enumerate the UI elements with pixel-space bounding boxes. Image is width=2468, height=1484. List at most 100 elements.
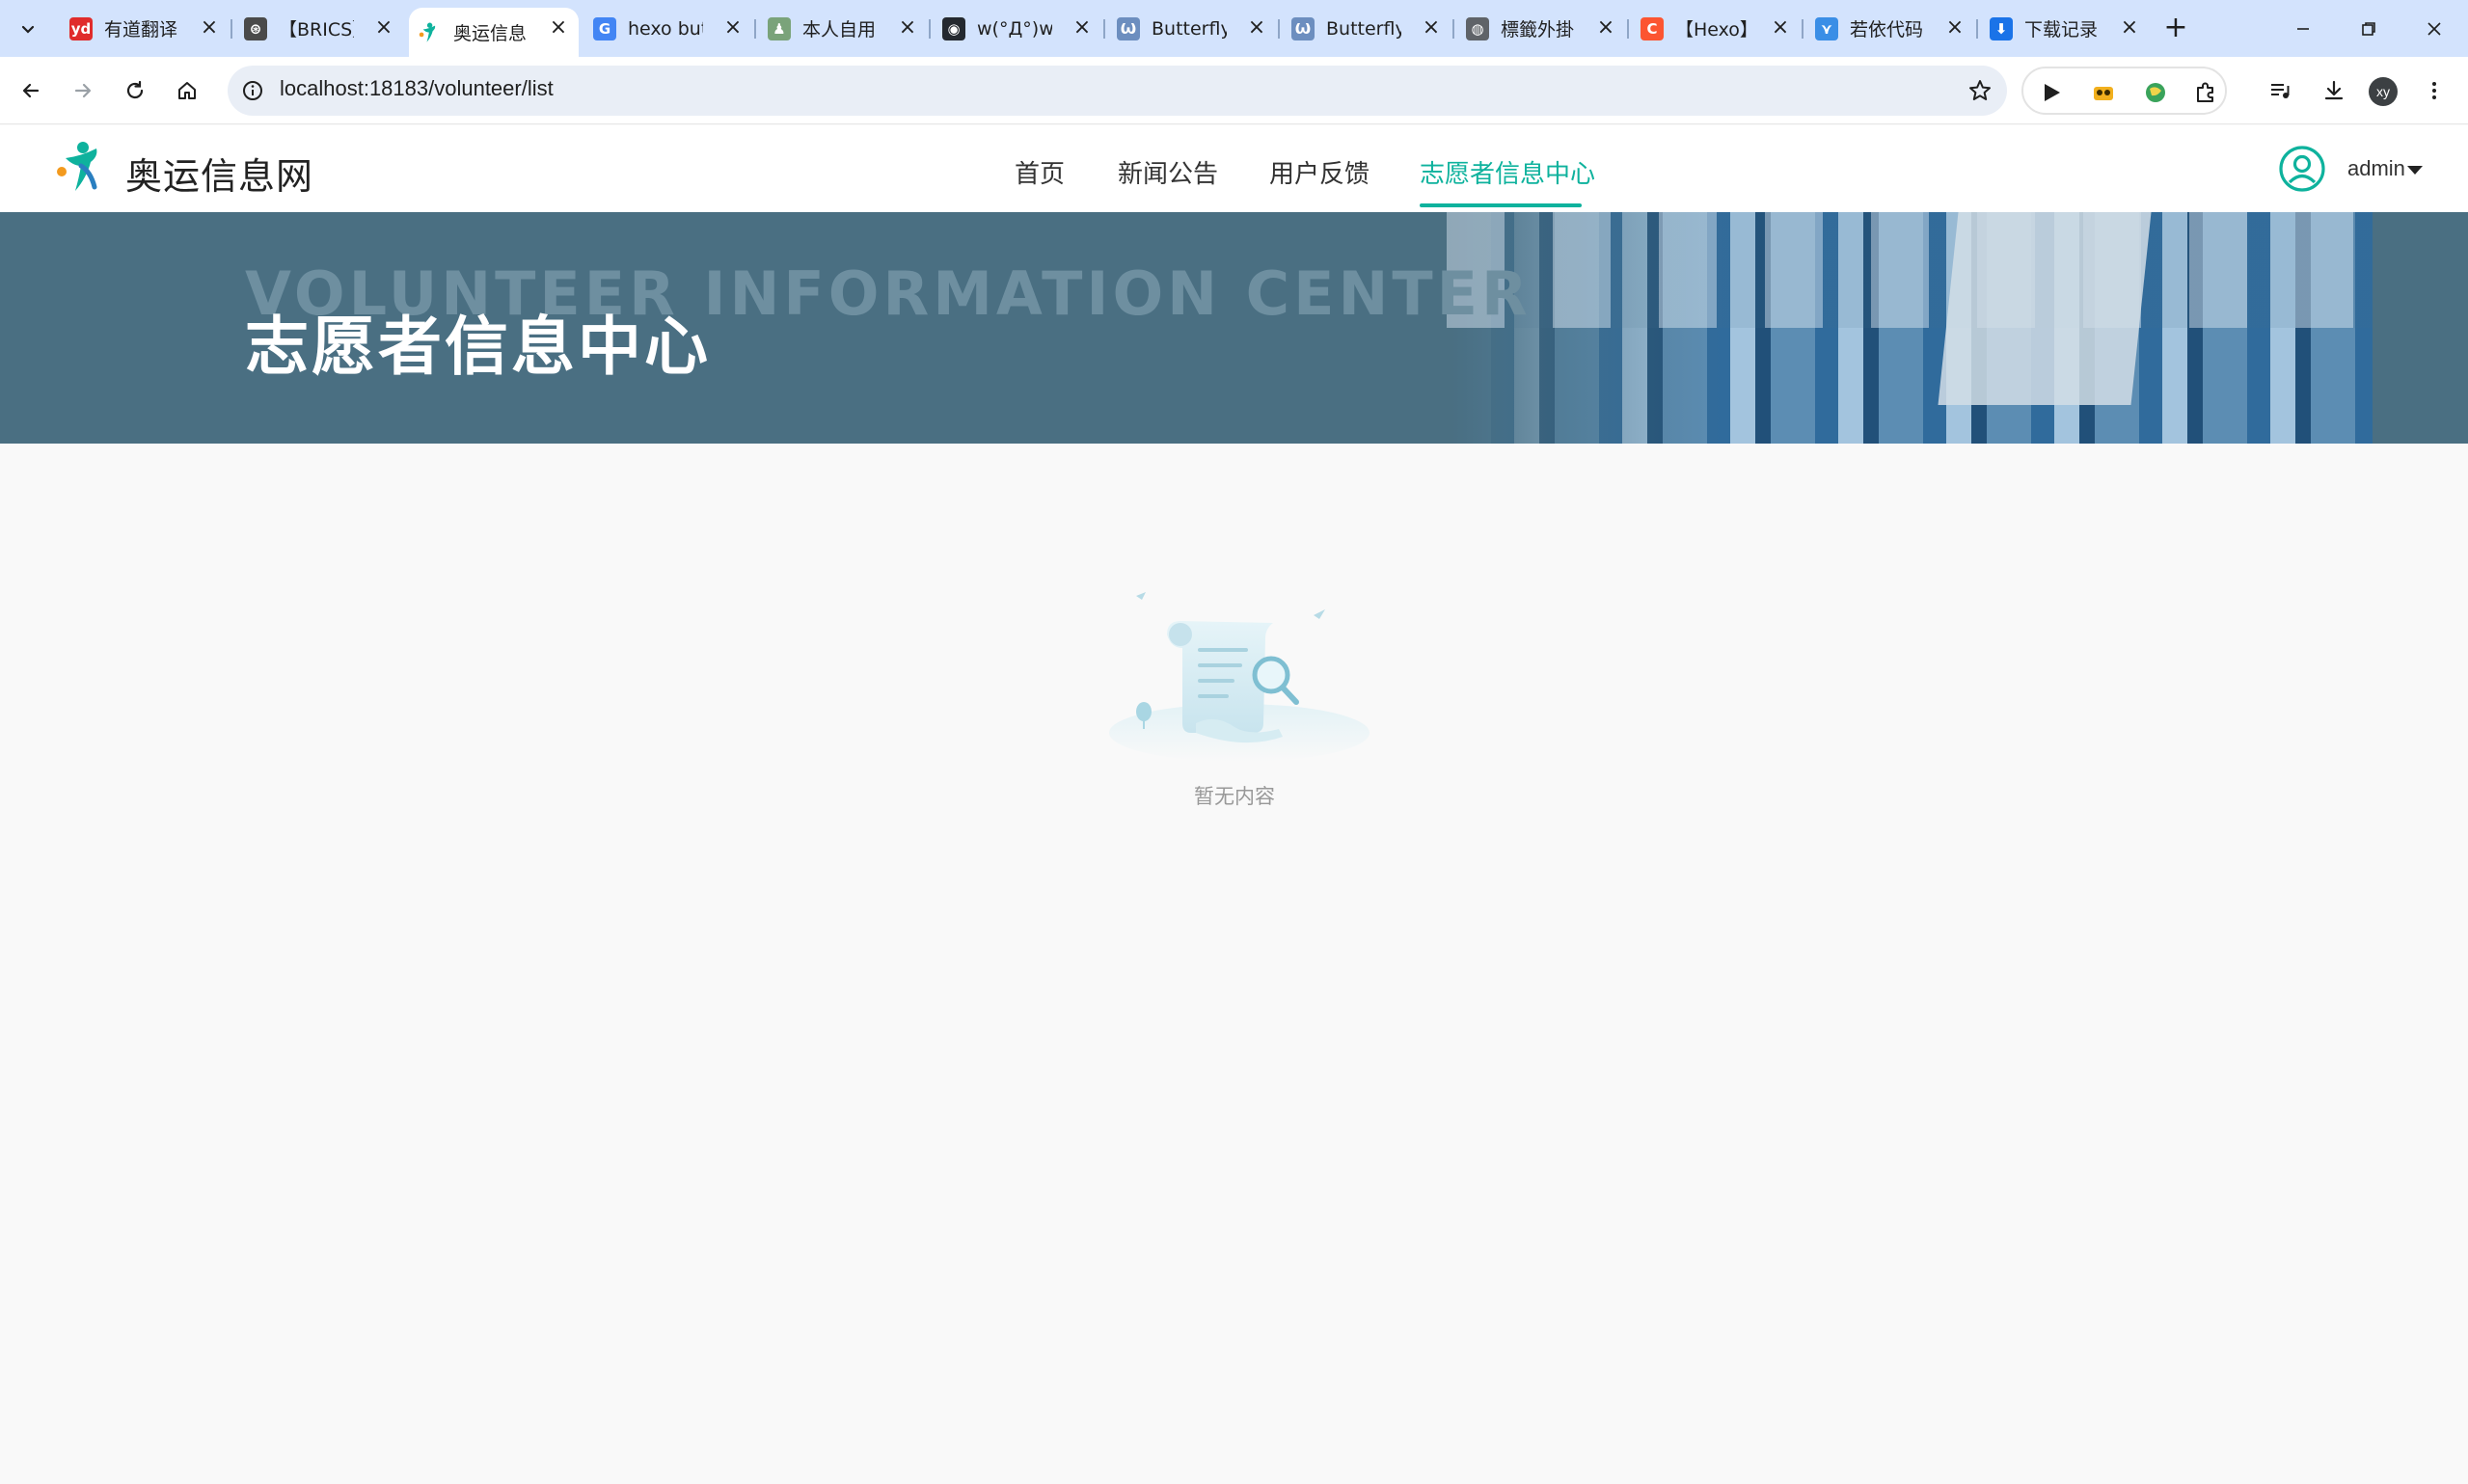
chevron-down-icon [21, 25, 35, 34]
person-icon: ♟ [768, 16, 791, 40]
browser-tab[interactable]: yd 有道翻译 × [60, 8, 230, 49]
close-tab-icon[interactable]: × [1595, 17, 1616, 39]
browser-tab[interactable]: ♟ 本人自用 × [758, 8, 928, 49]
site-logo-text[interactable]: 奥运信息网 [125, 147, 313, 200]
brics-icon: ⊛ [244, 16, 267, 40]
address-bar[interactable]: localhost:18183/volunteer/list [228, 66, 2007, 116]
google-icon: G [593, 16, 616, 40]
page-title: 志愿者信息中心 [245, 310, 711, 384]
play-icon [2045, 84, 2060, 101]
site-info-icon[interactable] [239, 77, 266, 104]
tab-separator [1452, 19, 1454, 39]
browser-tab[interactable]: ◍ 標籤外掛 × [1456, 8, 1626, 49]
browser-toolbar: localhost:18183/volunteer/list xy [0, 57, 2468, 124]
tab-separator [1103, 19, 1105, 39]
ruoyi-icon: ⋎ [1815, 16, 1838, 40]
close-tab-icon[interactable]: × [1421, 17, 1442, 39]
arrow-right-icon [74, 83, 92, 98]
tab-separator [1627, 19, 1629, 39]
tab-title: 有道翻译 [104, 19, 178, 40]
reload-button[interactable] [114, 69, 156, 112]
close-tab-icon[interactable]: × [1770, 17, 1791, 39]
tab-search-button[interactable] [12, 13, 44, 45]
butterfly-icon: Ѡ [1291, 16, 1315, 40]
media-control-button[interactable] [2259, 69, 2301, 112]
earth-icon [2146, 83, 2165, 102]
butterfly-icon: Ѡ [1117, 16, 1140, 40]
empty-document-search-icon [1109, 592, 1370, 762]
restore-button[interactable] [2351, 12, 2386, 46]
downloads-button[interactable] [2313, 69, 2355, 112]
close-tab-icon[interactable]: × [548, 17, 569, 39]
nav-feedback[interactable]: 用户反馈 [1269, 154, 1370, 190]
browser-tab[interactable]: ◉ w(°Д°)w × [933, 8, 1102, 49]
tab-title: 【Hexo】 [1675, 19, 1750, 40]
youdao-icon: yd [69, 16, 93, 40]
tab-title: 若依代码 [1850, 19, 1924, 40]
browser-tab[interactable]: ⋎ 若依代码 × [1805, 8, 1975, 49]
tab-separator [231, 19, 232, 39]
github-icon: ◉ [942, 16, 965, 40]
browser-menu-button[interactable] [2413, 69, 2455, 112]
close-tab-icon[interactable]: × [897, 17, 918, 39]
extensions-menu-button[interactable] [2191, 78, 2220, 107]
tab-title: 【BRICS】 [279, 19, 354, 40]
profile-avatar[interactable]: xy [2369, 77, 2398, 106]
close-tab-icon[interactable]: × [199, 17, 220, 39]
globe-icon: ◍ [1466, 16, 1489, 40]
close-icon [2427, 22, 2441, 36]
download-icon [2324, 80, 2344, 100]
new-tab-button[interactable]: + [2158, 12, 2193, 46]
close-tab-icon[interactable]: × [1246, 17, 1267, 39]
user-name[interactable]: admin [2347, 156, 2405, 181]
url-text[interactable]: localhost:18183/volunteer/list [280, 76, 554, 101]
minimize-button[interactable] [2286, 12, 2320, 46]
browser-tab[interactable]: Ѡ Butterfly × [1107, 8, 1277, 49]
tab-title: w(°Д°)w [977, 17, 1052, 40]
tab-separator [754, 19, 756, 39]
bookmark-star-icon[interactable] [1966, 77, 1993, 104]
browser-tab[interactable]: Ghexo butterfly × [583, 8, 753, 49]
tab-title: 奥运信息 [453, 23, 528, 44]
close-tab-icon[interactable]: × [1071, 17, 1093, 39]
home-button[interactable] [166, 69, 208, 112]
reload-icon [126, 80, 144, 99]
csdn-icon: C [1641, 16, 1664, 40]
tab-title: 本人自用 [802, 19, 877, 40]
browser-tab[interactable]: ⬇ 下载记录 × [1980, 8, 2150, 49]
site-header: 奥运信息网 首页 新闻公告 用户反馈 志愿者信息中心 admin [0, 125, 2468, 212]
download-icon: ⬇ [1990, 16, 2013, 40]
empty-state-text: 暂无内容 [1194, 785, 1275, 808]
extension-tampermonkey-button[interactable] [2089, 78, 2118, 107]
tab-title: hexo butterfly [628, 17, 703, 40]
close-window-button[interactable] [2417, 12, 2452, 46]
caret-down-icon[interactable] [2407, 166, 2423, 175]
nav-active-indicator [1420, 203, 1582, 207]
browser-tab[interactable]: ⊛ 【BRICS】 × [234, 8, 404, 49]
nav-home[interactable]: 首页 [1015, 154, 1065, 190]
home-icon [178, 82, 196, 99]
olympic-site-icon [419, 21, 442, 44]
playlist-icon [2271, 84, 2290, 98]
extension-play-button[interactable] [2037, 78, 2066, 107]
close-tab-icon[interactable]: × [722, 17, 744, 39]
browser-tab[interactable]: Ѡ Butterfly × [1282, 8, 1451, 49]
tab-title: Butterfly [1326, 17, 1401, 40]
close-tab-icon[interactable]: × [1944, 17, 1966, 39]
forward-button[interactable] [62, 69, 104, 112]
minimize-icon [2297, 28, 2309, 30]
nav-news[interactable]: 新闻公告 [1118, 154, 1218, 190]
browser-tab[interactable]: 奥运信息 × [409, 8, 579, 57]
close-tab-icon[interactable]: × [373, 17, 394, 39]
extension-globe-button[interactable] [2141, 78, 2170, 107]
tab-separator [1976, 19, 1978, 39]
user-avatar-icon[interactable] [2278, 145, 2326, 193]
page-banner: VOLUNTEER INFORMATION CENTER 志愿者信息中心 [0, 212, 2468, 444]
browser-tab[interactable]: C 【Hexo】 × [1631, 8, 1801, 49]
tab-separator [929, 19, 931, 39]
close-tab-icon[interactable]: × [2119, 17, 2140, 39]
back-button[interactable] [10, 69, 52, 112]
site-logo-icon[interactable] [54, 137, 114, 197]
extensions-group [2021, 67, 2227, 115]
nav-volunteer-center[interactable]: 志愿者信息中心 [1420, 154, 1595, 190]
